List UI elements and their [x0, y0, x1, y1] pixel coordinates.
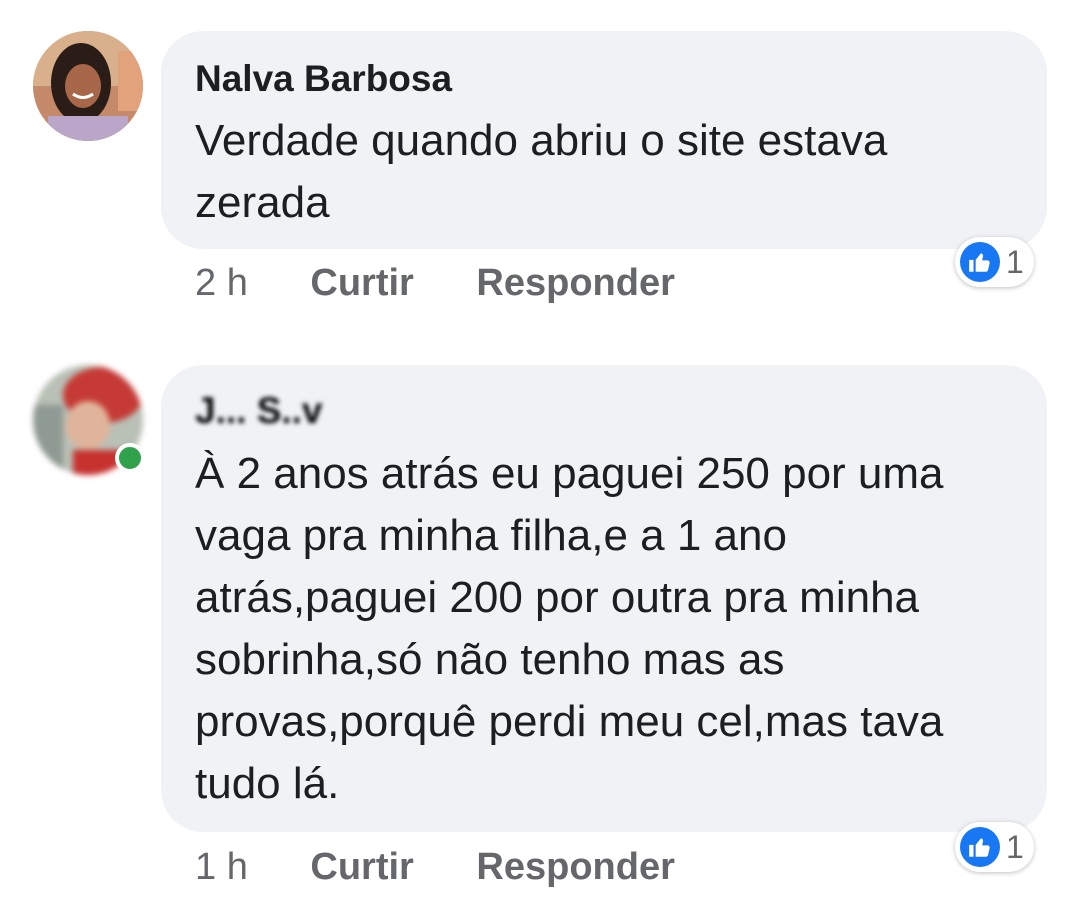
reaction-count: 1 — [1006, 243, 1024, 280]
reply-button[interactable]: Responder — [476, 846, 674, 889]
avatar[interactable] — [33, 31, 143, 141]
comment-author[interactable]: Nalva Barbosa — [195, 58, 452, 100]
comment-actions: 2 h Curtir Responder — [195, 262, 675, 305]
reaction-count: 1 — [1006, 828, 1024, 865]
comment-text: À 2 anos atrás eu paguei 250 por uma vag… — [195, 449, 944, 808]
like-button[interactable]: Curtir — [310, 262, 413, 305]
reply-button[interactable]: Responder — [476, 262, 674, 305]
reaction-summary[interactable]: 1 — [955, 237, 1034, 287]
comment-text: Verdade quando abriu o site estava zerad… — [195, 116, 888, 227]
comment-timestamp[interactable]: 2 h — [195, 262, 248, 305]
like-button[interactable]: Curtir — [310, 846, 413, 889]
online-status-indicator — [115, 443, 145, 473]
like-icon — [960, 242, 1000, 282]
reaction-summary[interactable]: 1 — [955, 822, 1034, 872]
comment-actions: 1 h Curtir Responder — [195, 846, 675, 889]
profile-photo — [33, 31, 143, 141]
like-icon — [960, 827, 1000, 867]
comment-author[interactable]: J... S..v — [195, 390, 323, 432]
comment-timestamp[interactable]: 1 h — [195, 846, 248, 889]
